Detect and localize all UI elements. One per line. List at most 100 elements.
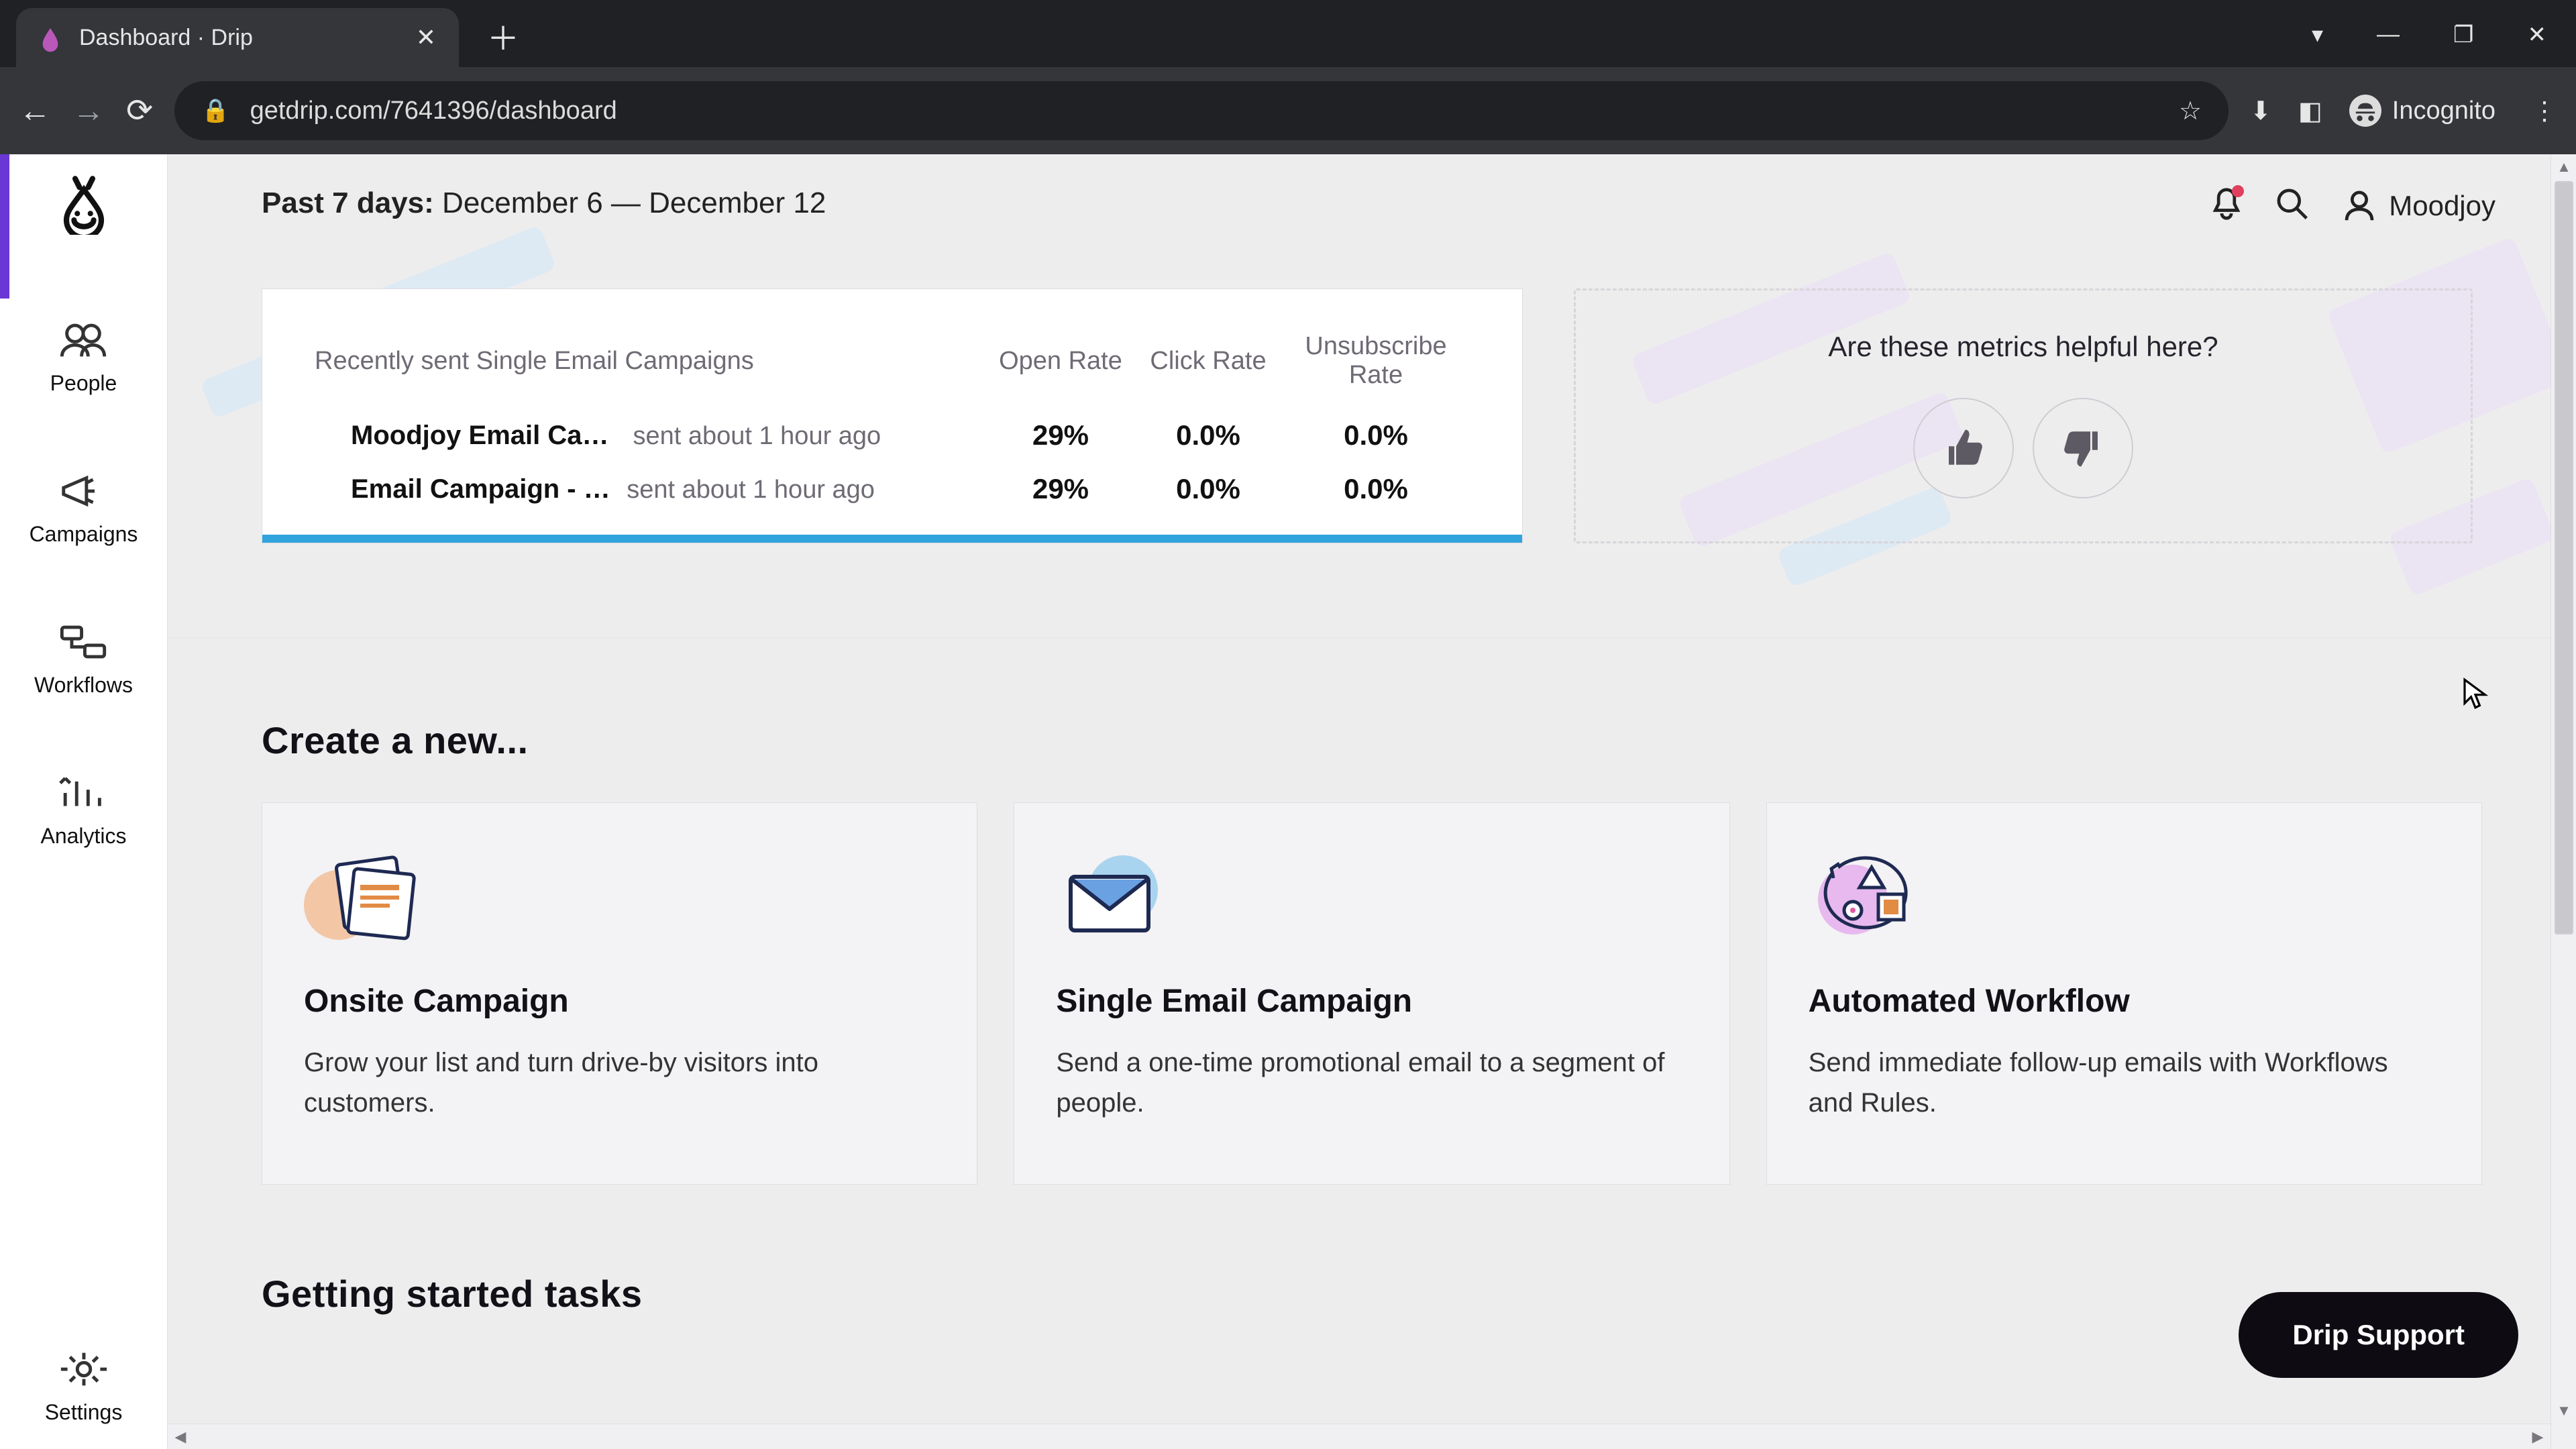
create-single-email-card[interactable]: Single Email Campaign Send a one-time pr… (1014, 802, 1729, 1185)
col-unsub-rate: Unsubscribe Rate (1282, 332, 1470, 390)
address-bar[interactable]: 🔒 getdrip.com/7641396/dashboard ☆ (174, 81, 2229, 140)
page-header: Past 7 days: December 6 — December 12 (168, 154, 2576, 288)
browser-tab-strip: Dashboard · Drip ✕ ＋ ▾ ― ❐ ✕ (0, 0, 2576, 67)
create-heading: Create a new... (262, 718, 2482, 762)
browser-toolbar: ← → ⟳ 🔒 getdrip.com/7641396/dashboard ☆ … (0, 67, 2576, 154)
thumbs-down-icon (2061, 426, 2105, 470)
sidebar-item-settings[interactable]: Settings (45, 1348, 123, 1425)
sidebar-item-campaigns[interactable]: Campaigns (30, 470, 138, 547)
sidebar-item-analytics[interactable]: Analytics (40, 771, 126, 849)
campaign-row[interactable]: Moodjoy Email Cam… sent about 1 hour ago… (315, 419, 1470, 451)
nav-forward-button[interactable]: → (72, 93, 105, 129)
downloads-icon[interactable]: ⬇ (2250, 96, 2271, 126)
tab-close-icon[interactable]: ✕ (416, 23, 436, 52)
sidebar-accent (0, 154, 9, 299)
sidebar-item-label: Settings (45, 1400, 123, 1425)
sidebar-item-label: Analytics (40, 824, 126, 849)
scroll-right-arrow[interactable]: ▶ (2525, 1424, 2551, 1449)
search-button[interactable] (2275, 186, 2310, 225)
new-tab-button[interactable]: ＋ (459, 12, 547, 67)
incognito-badge[interactable]: Incognito (2349, 95, 2496, 127)
onsite-campaign-icon (304, 846, 418, 947)
sidebar-item-label: Workflows (34, 673, 133, 698)
campaigns-card-title: Recently sent Single Email Campaigns (315, 347, 987, 376)
incognito-icon (2349, 95, 2381, 127)
sidebar: People Campaigns Workflows Analytics (0, 154, 168, 1449)
browser-menu-button[interactable]: ⋮ (2522, 96, 2557, 126)
scroll-up-arrow[interactable]: ▲ (2551, 154, 2576, 180)
window-maximize-button[interactable]: ❐ (2453, 21, 2473, 48)
bookmark-star-icon[interactable]: ☆ (2179, 96, 2202, 126)
open-rate-value: 29% (987, 419, 1134, 451)
search-icon (2275, 186, 2310, 221)
url-text: getdrip.com/7641396/dashboard (250, 97, 2159, 125)
account-menu[interactable]: Moodjoy (2342, 189, 2496, 223)
open-rate-value: 29% (987, 473, 1134, 505)
vertical-scrollbar[interactable]: ▲ ▼ (2551, 154, 2576, 1449)
sidebar-item-label: Campaigns (30, 522, 138, 547)
create-card-desc: Grow your list and turn drive-by visitor… (304, 1042, 935, 1123)
date-range-value: December 6 — December 12 (442, 186, 826, 219)
click-rate-value: 0.0% (1134, 473, 1282, 505)
getting-started-heading: Getting started tasks (262, 1272, 2482, 1316)
user-icon (2342, 189, 2377, 223)
username-label: Moodjoy (2389, 190, 2496, 222)
window-close-button[interactable]: ✕ (2528, 21, 2547, 48)
create-onsite-campaign-card[interactable]: Onsite Campaign Grow your list and turn … (262, 802, 977, 1185)
people-icon (57, 319, 109, 362)
sidebar-item-workflows[interactable]: Workflows (34, 621, 133, 698)
col-click-rate: Click Rate (1134, 347, 1282, 376)
create-card-desc: Send immediate follow-up emails with Wor… (1809, 1042, 2440, 1123)
notifications-button[interactable] (2210, 186, 2243, 225)
main-content: Past 7 days: December 6 — December 12 (168, 154, 2576, 1449)
analytics-icon (57, 771, 109, 814)
campaign-when: sent about 1 hour ago (613, 476, 875, 504)
sidebar-item-label: People (50, 371, 117, 396)
campaign-name: Email Campaign - … (315, 474, 610, 504)
lock-icon: 🔒 (201, 97, 229, 124)
drip-support-button[interactable]: Drip Support (2239, 1292, 2518, 1378)
gear-icon (58, 1348, 110, 1391)
date-range-prefix: Past 7 days: (262, 186, 434, 219)
horizontal-scrollbar[interactable]: ◀ ▶ (168, 1424, 2551, 1449)
mouse-cursor (2462, 678, 2489, 713)
single-email-icon (1056, 846, 1170, 947)
window-controls: ▾ ― ❐ ✕ (2312, 21, 2576, 67)
megaphone-icon (57, 470, 109, 513)
create-card-title: Single Email Campaign (1056, 983, 1687, 1020)
unsub-rate-value: 0.0% (1282, 473, 1470, 505)
automated-workflow-icon (1809, 846, 1923, 947)
window-minimize-button[interactable]: ― (2377, 21, 2400, 48)
col-open-rate: Open Rate (987, 347, 1134, 376)
scroll-down-arrow[interactable]: ▼ (2551, 1398, 2576, 1424)
metrics-feedback-card: Are these metrics helpful here? (1574, 288, 2473, 543)
side-panel-icon[interactable]: ◧ (2298, 96, 2322, 126)
app-logo-icon[interactable] (58, 170, 110, 238)
create-card-title: Automated Workflow (1809, 983, 2440, 1020)
scrollbar-thumb[interactable] (2555, 181, 2573, 934)
feedback-question: Are these metrics helpful here? (1828, 331, 2218, 363)
campaign-name: Moodjoy Email Cam… (315, 421, 616, 451)
campaign-when: sent about 1 hour ago (619, 422, 881, 450)
create-card-title: Onsite Campaign (304, 983, 935, 1020)
thumbs-down-button[interactable] (2033, 398, 2133, 498)
click-rate-value: 0.0% (1134, 419, 1282, 451)
sidebar-item-people[interactable]: People (50, 319, 117, 396)
scroll-left-arrow[interactable]: ◀ (168, 1424, 193, 1449)
browser-tab-title: Dashboard · Drip (79, 25, 398, 51)
recent-campaigns-card: Recently sent Single Email Campaigns Ope… (262, 288, 1523, 543)
tab-search-chevron-icon[interactable]: ▾ (2312, 21, 2323, 48)
incognito-label: Incognito (2392, 97, 2496, 125)
workflow-icon (57, 621, 109, 663)
date-range: Past 7 days: December 6 — December 12 (262, 186, 826, 220)
create-automated-workflow-card[interactable]: Automated Workflow Send immediate follow… (1766, 802, 2482, 1185)
campaign-row[interactable]: Email Campaign - … sent about 1 hour ago… (315, 473, 1470, 505)
browser-tab[interactable]: Dashboard · Drip ✕ (16, 8, 459, 67)
unsub-rate-value: 0.0% (1282, 419, 1470, 451)
nav-reload-button[interactable]: ⟳ (126, 92, 153, 129)
create-card-desc: Send a one-time promotional email to a s… (1056, 1042, 1687, 1123)
nav-back-button[interactable]: ← (19, 93, 51, 129)
thumbs-up-icon (1941, 426, 1986, 470)
drip-favicon (39, 26, 62, 49)
thumbs-up-button[interactable] (1913, 398, 2014, 498)
